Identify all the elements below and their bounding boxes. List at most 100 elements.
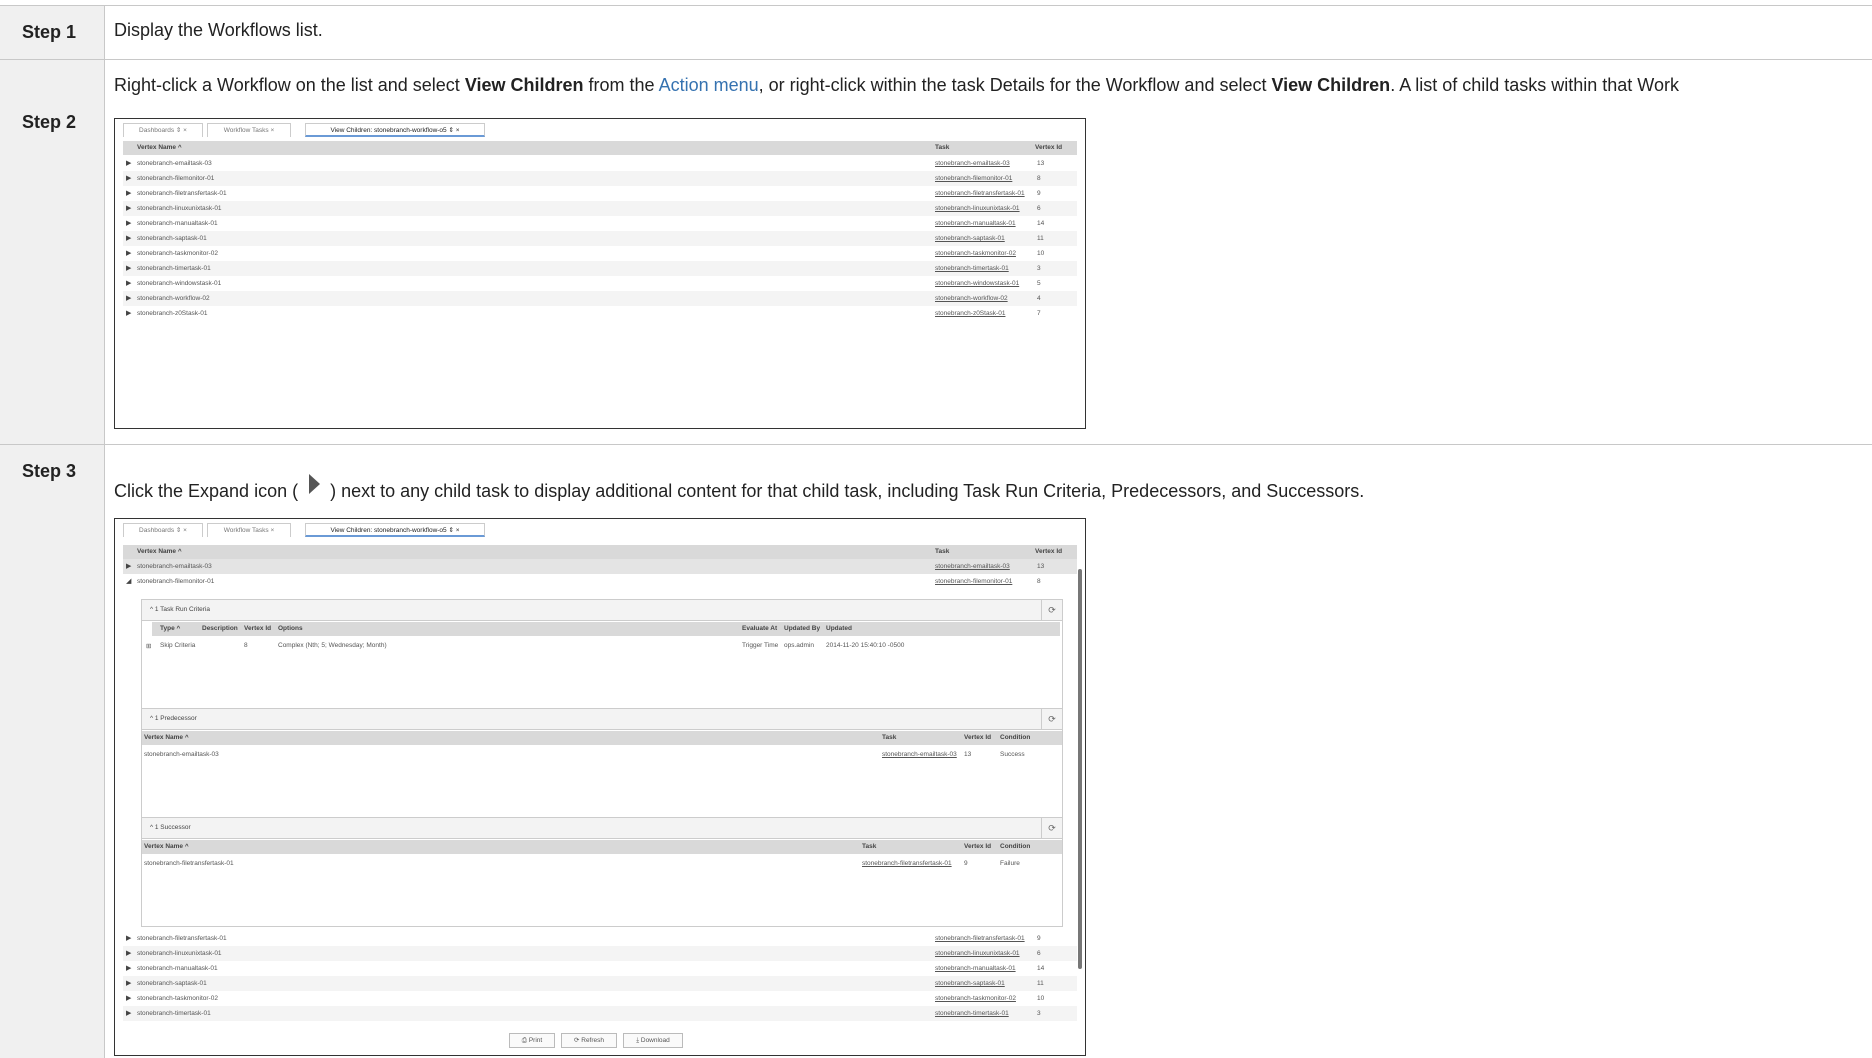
tab-workflow-tasks[interactable]: Workflow Tasks × (207, 123, 291, 137)
col-vertex-id[interactable]: Vertex Id (1035, 548, 1062, 555)
successor-row[interactable]: stonebranch-filetransfertask-01 stonebra… (142, 856, 1062, 871)
table-row[interactable]: ▶ stonebranch-workflow-02 stonebranch-work… (123, 291, 1077, 306)
col-task[interactable]: Task (862, 843, 876, 850)
col-vertex-name[interactable]: Vertex Name ^ (137, 548, 182, 555)
col-evaluate-at[interactable]: Evaluate At (742, 625, 777, 632)
row-task-link[interactable]: stonebranch-filetransfertask-01 (935, 190, 1025, 197)
refresh-icon[interactable]: ⟳ (1041, 818, 1062, 838)
table-row-expanded[interactable]: ◢ stonebranch-filemonitor-01 stonebranch… (123, 574, 1077, 589)
col-condition[interactable]: Condition (1000, 734, 1030, 741)
expand-arrow-icon[interactable]: ▶ (126, 979, 131, 987)
col-vertex-name[interactable]: Vertex Name ^ (144, 843, 189, 850)
panel-title[interactable]: ^ 1 Successor (150, 824, 191, 831)
row-task-link[interactable]: stonebranch-filetransfertask-01 (862, 860, 952, 867)
expand-arrow-icon[interactable]: ▶ (126, 234, 131, 242)
download-button[interactable]: ⤓ Download (623, 1033, 683, 1048)
table-row[interactable]: ▶ stonebranch-saptask-01 stonebranch-sapta… (123, 976, 1077, 991)
expand-arrow-icon[interactable]: ▶ (126, 994, 131, 1002)
table-row[interactable]: ▶ stonebranch-emailtask-03 stonebranch-ema… (123, 156, 1077, 171)
row-task-link[interactable]: stonebranch-manualtask-01 (935, 965, 1016, 972)
collapse-arrow-icon[interactable]: ◢ (126, 577, 131, 585)
expand-arrow-icon[interactable]: ▶ (126, 264, 131, 272)
row-task-link[interactable]: stonebranch-saptask-01 (935, 235, 1005, 242)
row-task-link[interactable]: stonebranch-z0Stask-01 (935, 310, 1005, 317)
col-vertex-id[interactable]: Vertex Id (964, 734, 991, 741)
plus-icon[interactable]: ⊞ (146, 642, 151, 650)
col-vertex-name[interactable]: Vertex Name ^ (137, 144, 182, 151)
expand-arrow-icon[interactable]: ▶ (126, 964, 131, 972)
table-row[interactable]: ▶ stonebranch-linuxunixtask-01 stonebranch… (123, 946, 1077, 961)
col-task[interactable]: Task (882, 734, 896, 741)
row-task-link[interactable]: stonebranch-emailtask-03 (935, 160, 1010, 167)
row-task-link[interactable]: stonebranch-saptask-01 (935, 980, 1005, 987)
row-task-link[interactable]: stonebranch-filemonitor-01 (935, 175, 1012, 182)
col-task[interactable]: Task (935, 548, 949, 555)
col-condition[interactable]: Condition (1000, 843, 1030, 850)
table-row[interactable]: ▶ stonebranch-timertask-01 stonebranch-tim… (123, 261, 1077, 276)
table-row[interactable]: ▶ stonebranch-timertask-01 stonebranch-tim… (123, 1006, 1077, 1021)
table-row[interactable]: ▶ stonebranch-filetransfertask-01 stonebra… (123, 186, 1077, 201)
row-task-link[interactable]: stonebranch-workflow-02 (935, 295, 1008, 302)
expand-arrow-icon[interactable]: ▶ (126, 219, 131, 227)
panel-title[interactable]: ^ 1 Predecessor (150, 715, 197, 722)
table-row[interactable]: ▶ stonebranch-manualtask-01 stonebranch-ma… (123, 961, 1077, 976)
tab-view-children[interactable]: View Children: stonebranch-workflow-o5 ⇕… (305, 523, 485, 537)
refresh-icon[interactable]: ⟳ (1041, 709, 1062, 729)
col-vertex-id[interactable]: Vertex Id (244, 625, 271, 632)
row-task-link[interactable]: stonebranch-emailtask-03 (935, 563, 1010, 570)
row-task-link[interactable]: stonebranch-emailtask-03 (882, 751, 957, 758)
row-task-link[interactable]: stonebranch-timertask-01 (935, 265, 1009, 272)
row-task-link[interactable]: stonebranch-timertask-01 (935, 1010, 1009, 1017)
col-updated-by[interactable]: Updated By (784, 625, 820, 632)
action-menu-link[interactable]: Action menu (659, 75, 759, 95)
row-task-link[interactable]: stonebranch-taskmonitor-02 (935, 995, 1016, 1002)
row-task-link[interactable]: stonebranch-manualtask-01 (935, 220, 1016, 227)
tab-dashboards[interactable]: Dashboards ⇕ × (123, 523, 203, 537)
expand-arrow-icon[interactable]: ▶ (126, 174, 131, 182)
expand-arrow-icon[interactable]: ▶ (126, 1009, 131, 1017)
table-row[interactable]: ▶ stonebranch-filemonitor-01 stonebranch-f… (123, 171, 1077, 186)
expand-arrow-icon[interactable]: ▶ (126, 949, 131, 957)
table-row[interactable]: ▶ stonebranch-filetransfertask-01 stonebra… (123, 931, 1077, 946)
tab-view-children[interactable]: View Children: stonebranch-workflow-o5 ⇕… (305, 123, 485, 137)
table-row[interactable]: ▶ stonebranch-manualtask-01 stonebranch-ma… (123, 216, 1077, 231)
expand-arrow-icon[interactable]: ▶ (126, 562, 131, 570)
table-row[interactable]: ▶ stonebranch-saptask-01 stonebranch-sapta… (123, 231, 1077, 246)
col-vertex-id[interactable]: Vertex Id (1035, 144, 1062, 151)
expand-arrow-icon[interactable]: ▶ (126, 189, 131, 197)
row-task-link[interactable]: stonebranch-linuxunixtask-01 (935, 950, 1020, 957)
table-row[interactable]: ▶ stonebranch-taskmonitor-02 stonebranch-t… (123, 991, 1077, 1006)
expand-arrow-icon[interactable]: ▶ (126, 249, 131, 257)
col-updated[interactable]: Updated (826, 625, 852, 632)
expand-arrow-icon[interactable]: ▶ (126, 934, 131, 942)
row-task-link[interactable]: stonebranch-linuxunixtask-01 (935, 205, 1020, 212)
row-task-link[interactable]: stonebranch-filemonitor-01 (935, 578, 1012, 585)
col-options[interactable]: Options (278, 625, 303, 632)
row-task-link[interactable]: stonebranch-taskmonitor-02 (935, 250, 1016, 257)
refresh-button[interactable]: ⟳ Refresh (561, 1033, 617, 1048)
expand-arrow-icon[interactable]: ▶ (126, 204, 131, 212)
expand-arrow-icon[interactable]: ▶ (126, 279, 131, 287)
row-task-link[interactable]: stonebranch-filetransfertask-01 (935, 935, 1025, 942)
tab-dashboards[interactable]: Dashboards ⇕ × (123, 123, 203, 137)
table-row[interactable]: ▶ stonebranch-z0Stask-01 stonebranch-z0Sta… (123, 306, 1077, 321)
criteria-row[interactable]: ⊞ Skip Criteria 8 Complex (Nth; 5; Wedne… (144, 638, 1060, 653)
table-row[interactable]: ▶ stonebranch-emailtask-03 stonebranch-e… (123, 559, 1077, 574)
table-row[interactable]: ▶ stonebranch-linuxunixtask-01 stonebranch… (123, 201, 1077, 216)
predecessor-row[interactable]: stonebranch-emailtask-03 stonebranch-ema… (142, 747, 1062, 762)
print-button[interactable]: ⎙ Print (509, 1033, 555, 1048)
table-row[interactable]: ▶ stonebranch-taskmonitor-02 stonebranch-t… (123, 246, 1077, 261)
col-type[interactable]: Type ^ (160, 625, 180, 632)
table-row[interactable]: ▶ stonebranch-windowstask-01 stonebranch-w… (123, 276, 1077, 291)
row-task-link[interactable]: stonebranch-windowstask-01 (935, 280, 1019, 287)
expand-arrow-icon[interactable]: ▶ (126, 294, 131, 302)
scrollbar[interactable] (1078, 569, 1082, 969)
col-vertex-name[interactable]: Vertex Name ^ (144, 734, 189, 741)
expand-arrow-icon[interactable]: ▶ (126, 159, 131, 167)
expand-arrow-icon[interactable]: ▶ (126, 309, 131, 317)
refresh-icon[interactable]: ⟳ (1041, 600, 1062, 620)
col-task[interactable]: Task (935, 144, 949, 151)
panel-title[interactable]: ^ 1 Task Run Criteria (150, 606, 210, 613)
col-vertex-id[interactable]: Vertex Id (964, 843, 991, 850)
col-description[interactable]: Description (202, 625, 238, 632)
